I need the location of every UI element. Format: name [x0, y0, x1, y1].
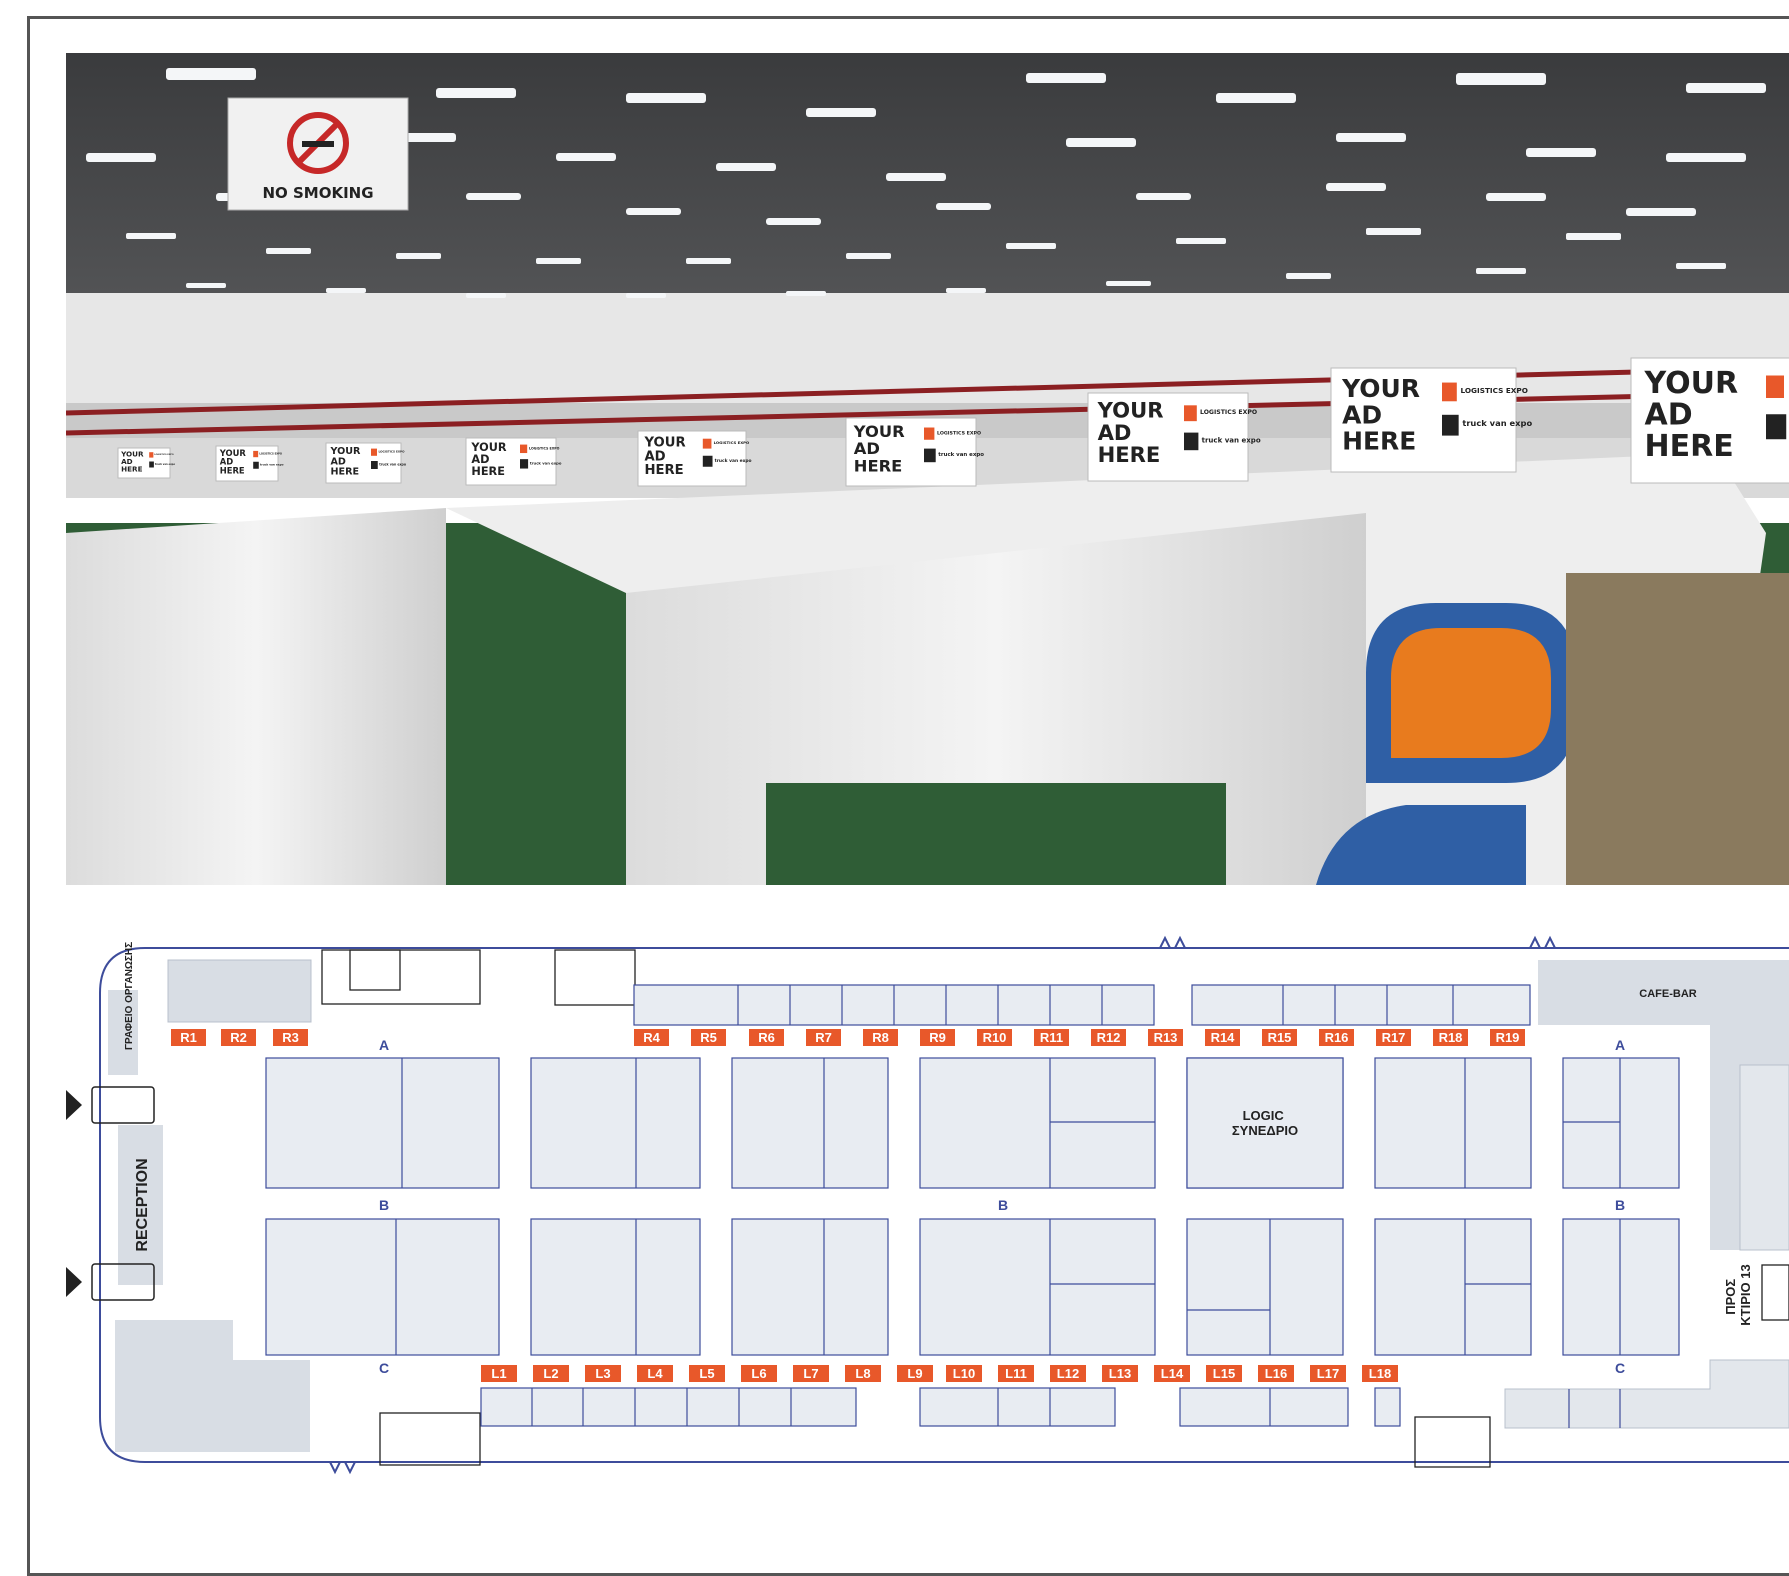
position-tag: L13 — [1102, 1365, 1138, 1382]
position-tag-label: R16 — [1325, 1030, 1349, 1045]
aisle-label-c-left: C — [379, 1360, 389, 1376]
position-tag-label: L11 — [1005, 1366, 1027, 1381]
position-tag-label: L7 — [803, 1366, 818, 1381]
floor-plan: ΓΡΑΦΕΙΟ ΟΡΓΑΝΩΣΗΣ RECEPTION CAFE-BAR ΠΡΟ… — [0, 0, 1789, 1513]
position-tag-label: R3 — [282, 1030, 299, 1045]
position-tag-label: R8 — [872, 1030, 889, 1045]
position-tag-label: R14 — [1211, 1030, 1236, 1045]
position-tag-label: L3 — [595, 1366, 610, 1381]
cafe-label: CAFE-BAR — [1639, 988, 1696, 1000]
position-tag: L7 — [793, 1365, 829, 1382]
position-tag-label: L14 — [1161, 1366, 1184, 1381]
position-tag: L14 — [1154, 1365, 1190, 1382]
position-tag: L18 — [1362, 1365, 1398, 1382]
position-tag: L15 — [1206, 1365, 1242, 1382]
position-tag: L6 — [741, 1365, 777, 1382]
position-tag: R6 — [749, 1029, 784, 1046]
position-tag-label: R13 — [1154, 1030, 1178, 1045]
position-tag: L17 — [1310, 1365, 1346, 1382]
aisle-label-b-left: B — [379, 1197, 389, 1213]
position-tag-label: L16 — [1265, 1366, 1287, 1381]
entrance-doors — [66, 1090, 82, 1297]
position-tag-label: L2 — [543, 1366, 558, 1381]
position-tag: R5 — [691, 1029, 726, 1046]
position-tag: R18 — [1433, 1029, 1468, 1046]
position-tag: R1 — [171, 1029, 206, 1046]
position-tag: R8 — [863, 1029, 898, 1046]
position-tag: L9 — [897, 1365, 933, 1382]
grey-area-top-left — [168, 960, 311, 1022]
position-tag-label: R9 — [929, 1030, 946, 1045]
position-tag-label: L15 — [1213, 1366, 1235, 1381]
position-tag-label: R12 — [1097, 1030, 1121, 1045]
position-tag: R17 — [1376, 1029, 1411, 1046]
position-tag: R16 — [1319, 1029, 1354, 1046]
position-tag: R15 — [1262, 1029, 1297, 1046]
position-tag: L3 — [585, 1365, 621, 1382]
position-tag-label: L4 — [647, 1366, 663, 1381]
office-label: ΓΡΑΦΕΙΟ ΟΡΓΑΝΩΣΗΣ — [124, 942, 135, 1050]
position-tag-label: R2 — [230, 1030, 247, 1045]
position-tag-label: R6 — [758, 1030, 775, 1045]
position-tag: R11 — [1034, 1029, 1069, 1046]
position-tag: L12 — [1050, 1365, 1086, 1382]
position-tag-label: L5 — [699, 1366, 714, 1381]
position-tag-label: L18 — [1369, 1366, 1391, 1381]
position-tag-label: R11 — [1040, 1030, 1063, 1045]
position-tag: L11 — [998, 1365, 1034, 1382]
position-tag: R4 — [634, 1029, 669, 1046]
position-tag: L1 — [481, 1365, 517, 1382]
position-tag: R10 — [977, 1029, 1012, 1046]
position-tag: R19 — [1490, 1029, 1525, 1046]
aisle-label-a-left: A — [379, 1037, 389, 1053]
position-tag-label: R1 — [180, 1030, 197, 1045]
position-tag-label: L1 — [491, 1366, 506, 1381]
position-tag: R7 — [806, 1029, 841, 1046]
aisle-label-a-right: A — [1615, 1037, 1625, 1053]
position-tag: L8 — [845, 1365, 881, 1382]
position-tag-label: L8 — [855, 1366, 870, 1381]
position-tag-label: R5 — [700, 1030, 717, 1045]
position-tag-label: R17 — [1382, 1030, 1406, 1045]
aisle-label-b-right: B — [1615, 1197, 1625, 1213]
position-tag-label: R10 — [983, 1030, 1007, 1045]
position-tag: L10 — [946, 1365, 982, 1382]
position-tag-label: L12 — [1057, 1366, 1079, 1381]
position-tag: L16 — [1258, 1365, 1294, 1382]
position-tag-label: R4 — [643, 1030, 660, 1045]
position-tag-label: R7 — [815, 1030, 832, 1045]
reception-label: RECEPTION — [134, 1158, 151, 1251]
position-tag: R9 — [920, 1029, 955, 1046]
position-tag-label: L10 — [953, 1366, 975, 1381]
position-tag: R14 — [1205, 1029, 1240, 1046]
position-tag-label: R15 — [1268, 1030, 1292, 1045]
position-tag: L2 — [533, 1365, 569, 1382]
position-tag: R12 — [1091, 1029, 1126, 1046]
aisle-label-c-right: C — [1615, 1360, 1625, 1376]
position-tag: L5 — [689, 1365, 725, 1382]
position-tag: R2 — [221, 1029, 256, 1046]
position-tag-label: L17 — [1317, 1366, 1339, 1381]
position-tag-label: L6 — [751, 1366, 766, 1381]
position-tag-label: R18 — [1439, 1030, 1463, 1045]
position-tag: L4 — [637, 1365, 673, 1382]
position-tag-label: L9 — [907, 1366, 922, 1381]
position-tag: R3 — [273, 1029, 308, 1046]
position-tag: R13 — [1148, 1029, 1183, 1046]
aisle-label-b-center: B — [998, 1197, 1008, 1213]
position-tag-label: R19 — [1496, 1030, 1520, 1045]
position-tag-label: L13 — [1109, 1366, 1131, 1381]
